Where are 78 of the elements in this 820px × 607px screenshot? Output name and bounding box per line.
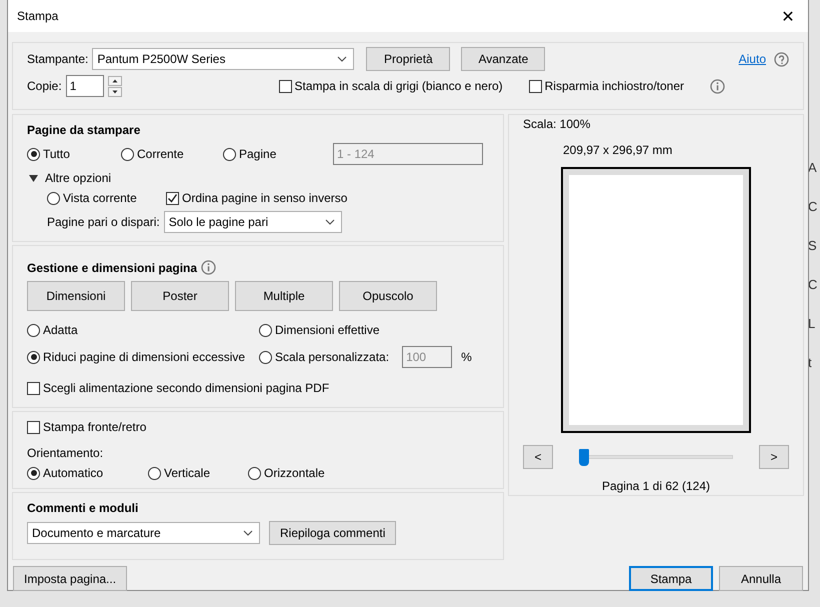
radio-label: Scala personalizzata: — [275, 350, 390, 364]
radio-button[interactable] — [27, 148, 40, 160]
page-slider[interactable] — [579, 448, 733, 466]
radio-button[interactable] — [27, 350, 40, 364]
radio-label: Automatico — [43, 466, 104, 480]
printer-button[interactable]: Proprietà — [366, 47, 450, 71]
printer-dropdown[interactable]: Pantum P2500W Series — [92, 48, 354, 70]
page-setup-button[interactable]: Imposta pagina... — [13, 566, 128, 591]
background-text: S — [808, 238, 818, 253]
mode-button[interactable]: Multiple — [235, 281, 333, 311]
radio-button[interactable] — [248, 466, 261, 480]
page-size-label: 209,97 x 296,97 mm — [563, 143, 674, 157]
section-title: Gestione e dimensioni pagina — [27, 260, 198, 274]
spin-up-button[interactable] — [108, 76, 122, 86]
more-options-label: Altre opzioni — [45, 171, 112, 185]
checkbox[interactable] — [166, 192, 179, 204]
radio-button[interactable] — [259, 350, 272, 364]
copies-field[interactable]: 1 — [66, 75, 104, 97]
background-text: C — [808, 199, 818, 214]
radio-button[interactable] — [223, 148, 236, 160]
section-title: Commenti e moduli — [27, 501, 140, 515]
radio-label: Tutto — [43, 147, 70, 161]
cancel-button[interactable]: Annulla — [719, 566, 803, 591]
orientation-label: Orientamento: — [27, 446, 104, 460]
slider-thumb[interactable] — [579, 448, 589, 466]
percent-label: % — [461, 350, 472, 364]
mode-button[interactable]: Dimensioni — [27, 281, 125, 311]
radio-button[interactable] — [27, 324, 40, 336]
radio-label: Dimensioni effettive — [275, 323, 380, 337]
help-icon — [774, 52, 789, 66]
expand-triangle-icon[interactable] — [29, 174, 38, 182]
scale-label: Scala: 100% — [523, 117, 592, 131]
mode-button[interactable]: Poster — [131, 281, 229, 311]
previous-page-button[interactable]: < — [523, 445, 553, 469]
copies-label: Copie: — [27, 79, 62, 93]
radio-button[interactable] — [27, 466, 40, 480]
checkbox[interactable] — [528, 80, 542, 92]
window-title: Stampa — [17, 9, 58, 23]
radio-button[interactable] — [121, 148, 134, 160]
summarize-comments-button[interactable]: Riepiloga commenti — [269, 521, 396, 545]
checkbox[interactable] — [27, 382, 40, 394]
close-button[interactable]: ✕ — [768, 0, 808, 32]
radio-label: Corrente — [137, 147, 184, 161]
chevron-icon — [243, 530, 253, 536]
next-page-button[interactable]: > — [759, 445, 789, 469]
help-link[interactable]: Aiuto — [738, 52, 766, 66]
radio-button[interactable] — [259, 324, 272, 336]
radio-label: Adatta — [43, 323, 78, 337]
info-icon — [710, 78, 725, 94]
radio-label: Vista corrente — [63, 191, 137, 205]
section-title: Pagine da stampare — [27, 123, 142, 137]
checkbox-label: Ordina pagine in senso inverso — [182, 191, 348, 205]
radio-button[interactable] — [47, 192, 60, 204]
radio-label: Riduci pagine di dimensioni eccessive — [43, 350, 246, 364]
spin-down-button[interactable] — [108, 86, 122, 96]
comments-dropdown[interactable]: Documento e marcature — [27, 522, 260, 544]
checkbox[interactable] — [278, 80, 292, 92]
chevron-icon — [324, 219, 335, 225]
odd-even-label: Pagine pari o dispari: — [47, 215, 160, 229]
chevron-icon — [337, 56, 348, 62]
printer-button[interactable]: Avanzate — [461, 47, 546, 71]
radio-button[interactable] — [148, 466, 161, 480]
checkbox-label: Scegli alimentazione secondo dimensioni pagina PDF — [43, 381, 330, 395]
radio-label: Pagine — [239, 147, 276, 161]
printer-label: Stampante: — [27, 52, 88, 66]
background-text: L — [808, 316, 816, 331]
radio-label: Orizzontale — [264, 466, 325, 480]
background-text: C — [808, 277, 818, 292]
checkbox-label: Stampa fronte/retro — [43, 420, 146, 434]
radio-label: Verticale — [164, 466, 210, 480]
checkbox-label: Stampa in scala di grigi (bianco e nero) — [294, 79, 503, 93]
odd-even-dropdown[interactable]: Solo le pagine pari — [164, 211, 342, 233]
info-icon — [201, 260, 216, 275]
mode-button[interactable]: Opuscolo — [339, 281, 437, 311]
checkbox-label: Risparmia inchiostro/toner — [544, 79, 684, 93]
page-counter: Pagina 1 di 62 (124) — [600, 479, 712, 493]
print-button[interactable]: Stampa — [629, 566, 713, 591]
checkbox[interactable] — [27, 420, 40, 434]
